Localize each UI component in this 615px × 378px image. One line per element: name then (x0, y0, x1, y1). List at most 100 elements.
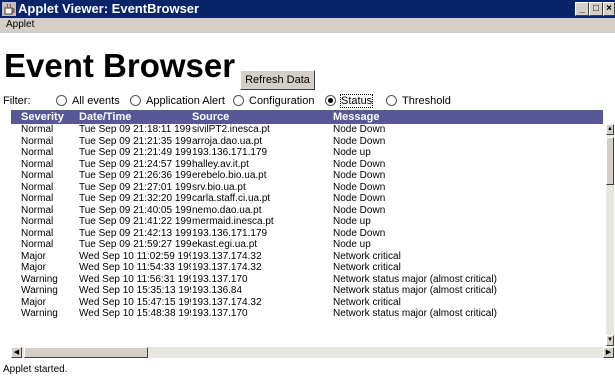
cell-message: Network critical (333, 262, 401, 273)
cell-source: mermaid.inesca.pt (192, 216, 274, 227)
event-table: Severity Date/Time Source Message Normal… (11, 110, 614, 359)
table-row[interactable]: Normal Tue Sep 09 21:26:36 199 erebelo.bio… (11, 170, 603, 182)
table-row[interactable]: Major Wed Sep 10 11:02:59 199 193.137.174.… (11, 251, 603, 263)
close-button[interactable]: × (603, 2, 615, 16)
table-row[interactable]: Normal Tue Sep 09 21:21:49 199 193.136.171… (11, 147, 603, 159)
cell-source: erebelo.bio.ua.pt (192, 170, 267, 181)
cell-source: 193.137.170 (192, 308, 248, 319)
close-icon: × (606, 3, 612, 14)
horizontal-scroll-thumb[interactable] (24, 347, 148, 358)
table-body: Normal Tue Sep 09 21:18:11 199 sivilPT2.in… (11, 124, 603, 346)
cell-datetime: Wed Sep 10 11:02:59 199 (79, 250, 191, 262)
table-row[interactable]: Normal Tue Sep 09 21:18:11 199 sivilPT2.in… (11, 124, 603, 136)
cell-source: srv.bio.ua.pt (192, 181, 246, 193)
table-row[interactable]: Warning Wed Sep 10 15:48:38 199 193.137.17… (11, 308, 603, 320)
window-title: Applet Viewer: EventBrowser (18, 1, 200, 16)
radio-circle-icon (130, 95, 141, 106)
column-header-severity[interactable]: Severity (21, 111, 64, 123)
radio-circle-icon (56, 95, 67, 106)
table-row[interactable]: Warning Wed Sep 10 15:35:13 199 193.136.84… (11, 285, 603, 297)
vertical-scrollbar[interactable]: ▲ ▼ (606, 124, 614, 346)
radio-label: Status (339, 94, 374, 108)
cell-message: Node up (333, 239, 371, 250)
vertical-scroll-thumb[interactable] (606, 137, 614, 185)
table-row[interactable]: Normal Tue Sep 09 21:40:05 199 nemo.dao.ua… (11, 205, 603, 217)
radio-circle-icon (233, 95, 244, 106)
radio-label: Threshold (402, 95, 451, 107)
table-row[interactable]: Normal Tue Sep 09 21:42:13 199 193.136.171… (11, 228, 603, 240)
table-row[interactable]: Normal Tue Sep 09 21:32:20 199 carla.staff… (11, 193, 603, 205)
table-row[interactable]: Normal Tue Sep 09 21:41:22 199 mermaid.ine… (11, 216, 603, 228)
cell-message: Network critical (333, 250, 401, 262)
radio-label: Configuration (249, 95, 315, 107)
cell-source: 193.136.171.179 (192, 147, 268, 158)
cell-datetime: Tue Sep 09 21:26:36 199 (79, 170, 191, 181)
menu-bar: Applet (0, 18, 615, 33)
cell-source: halley.av.it.pt (192, 158, 249, 170)
cell-source: nemo.dao.ua.pt (192, 204, 262, 216)
cell-source: 193.137.174.32 (192, 250, 262, 262)
table-row[interactable]: Normal Tue Sep 09 21:24:57 199 halley.av.i… (11, 159, 603, 171)
cell-source: arroja.dao.ua.pt (192, 135, 263, 147)
cell-source: 193.137.174.32 (192, 296, 262, 308)
scroll-right-icon[interactable]: ▶ (603, 347, 614, 358)
scroll-up-icon[interactable]: ▲ (606, 124, 614, 135)
title-bar: Applet Viewer: EventBrowser _ □ × (0, 0, 615, 18)
cell-datetime: Wed Sep 10 15:48:38 199 (79, 308, 191, 319)
horizontal-scrollbar[interactable]: ◀ ▶ (11, 347, 614, 358)
cell-datetime: Wed Sep 10 15:35:13 199 (79, 285, 191, 296)
table-row[interactable]: Warning Wed Sep 10 11:56:31 199 193.137.17… (11, 274, 603, 286)
radio-label: Application Alert (146, 95, 225, 107)
maximize-button[interactable]: □ (589, 2, 603, 16)
java-coffee-icon (2, 2, 16, 16)
cell-message: Node up (333, 216, 371, 227)
table-row[interactable]: Normal Tue Sep 09 21:59:27 199 ekast.egi.u… (11, 239, 603, 251)
table-row[interactable]: Major Wed Sep 10 11:54:33 199 193.137.174.… (11, 262, 603, 274)
status-text: Applet started. (3, 364, 68, 375)
cell-source: sivilPT2.inesca.pt (192, 124, 270, 135)
cell-datetime: Tue Sep 09 21:59:27 199 (79, 239, 191, 250)
cell-message: Node Down (333, 124, 386, 135)
column-header-message[interactable]: Message (333, 111, 379, 123)
minimize-button[interactable]: _ (575, 2, 589, 16)
cell-datetime: Tue Sep 09 21:21:35 199 (79, 135, 191, 147)
scroll-down-icon[interactable]: ▼ (606, 335, 614, 346)
cell-datetime: Tue Sep 09 21:40:05 199 (79, 204, 191, 216)
cell-source: ekast.egi.ua.pt (192, 239, 258, 250)
cell-message: Node Down (333, 227, 386, 239)
cell-message: Node Down (333, 170, 386, 181)
table-header: Severity Date/Time Source Message (11, 110, 603, 124)
cell-message: Node Down (333, 135, 386, 147)
filter-label: Filter: (3, 95, 31, 107)
radio-label: All events (72, 95, 120, 107)
cell-source: 193.137.174.32 (192, 262, 262, 273)
refresh-data-button[interactable]: Refresh Data (240, 70, 315, 90)
page-title: Event Browser (4, 47, 236, 84)
cell-datetime: Tue Sep 09 21:18:11 199 (79, 124, 191, 135)
filter-row: Filter: All events Application Alert Con… (0, 93, 615, 109)
cell-message: Node Down (333, 204, 386, 216)
cell-datetime: Wed Sep 10 15:47:15 199 (79, 296, 191, 308)
cell-datetime: Tue Sep 09 21:41:22 199 (79, 216, 191, 227)
cell-message: Node Down (333, 193, 386, 204)
status-bar: Applet started. (0, 362, 615, 378)
cell-datetime: Wed Sep 10 11:54:33 199 (79, 262, 191, 273)
cell-datetime: Tue Sep 09 21:32:20 199 (79, 193, 191, 204)
table-row[interactable]: Major Wed Sep 10 15:47:15 199 193.137.174.… (11, 297, 603, 309)
column-header-source[interactable]: Source (192, 111, 229, 123)
menu-applet[interactable]: Applet (6, 19, 34, 30)
table-row[interactable]: Normal Tue Sep 09 21:21:35 199 arroja.dao.… (11, 136, 603, 148)
cell-datetime: Tue Sep 09 21:27:01 199 (79, 181, 191, 193)
cell-message: Node up (333, 147, 371, 158)
cell-message: Node Down (333, 158, 386, 170)
cell-message: Network critical (333, 296, 401, 308)
radio-selected-icon (325, 95, 336, 106)
column-header-datetime[interactable]: Date/Time (79, 111, 131, 123)
maximize-icon: □ (592, 3, 600, 14)
cell-message: Network status major (almost critical) (333, 285, 497, 296)
table-row[interactable]: Normal Tue Sep 09 21:27:01 199 srv.bio.ua.… (11, 182, 603, 194)
scroll-left-icon[interactable]: ◀ (11, 347, 22, 358)
radio-circle-icon (386, 95, 397, 106)
cell-datetime: Tue Sep 09 21:21:49 199 (79, 147, 191, 158)
minimize-icon: _ (579, 3, 585, 14)
